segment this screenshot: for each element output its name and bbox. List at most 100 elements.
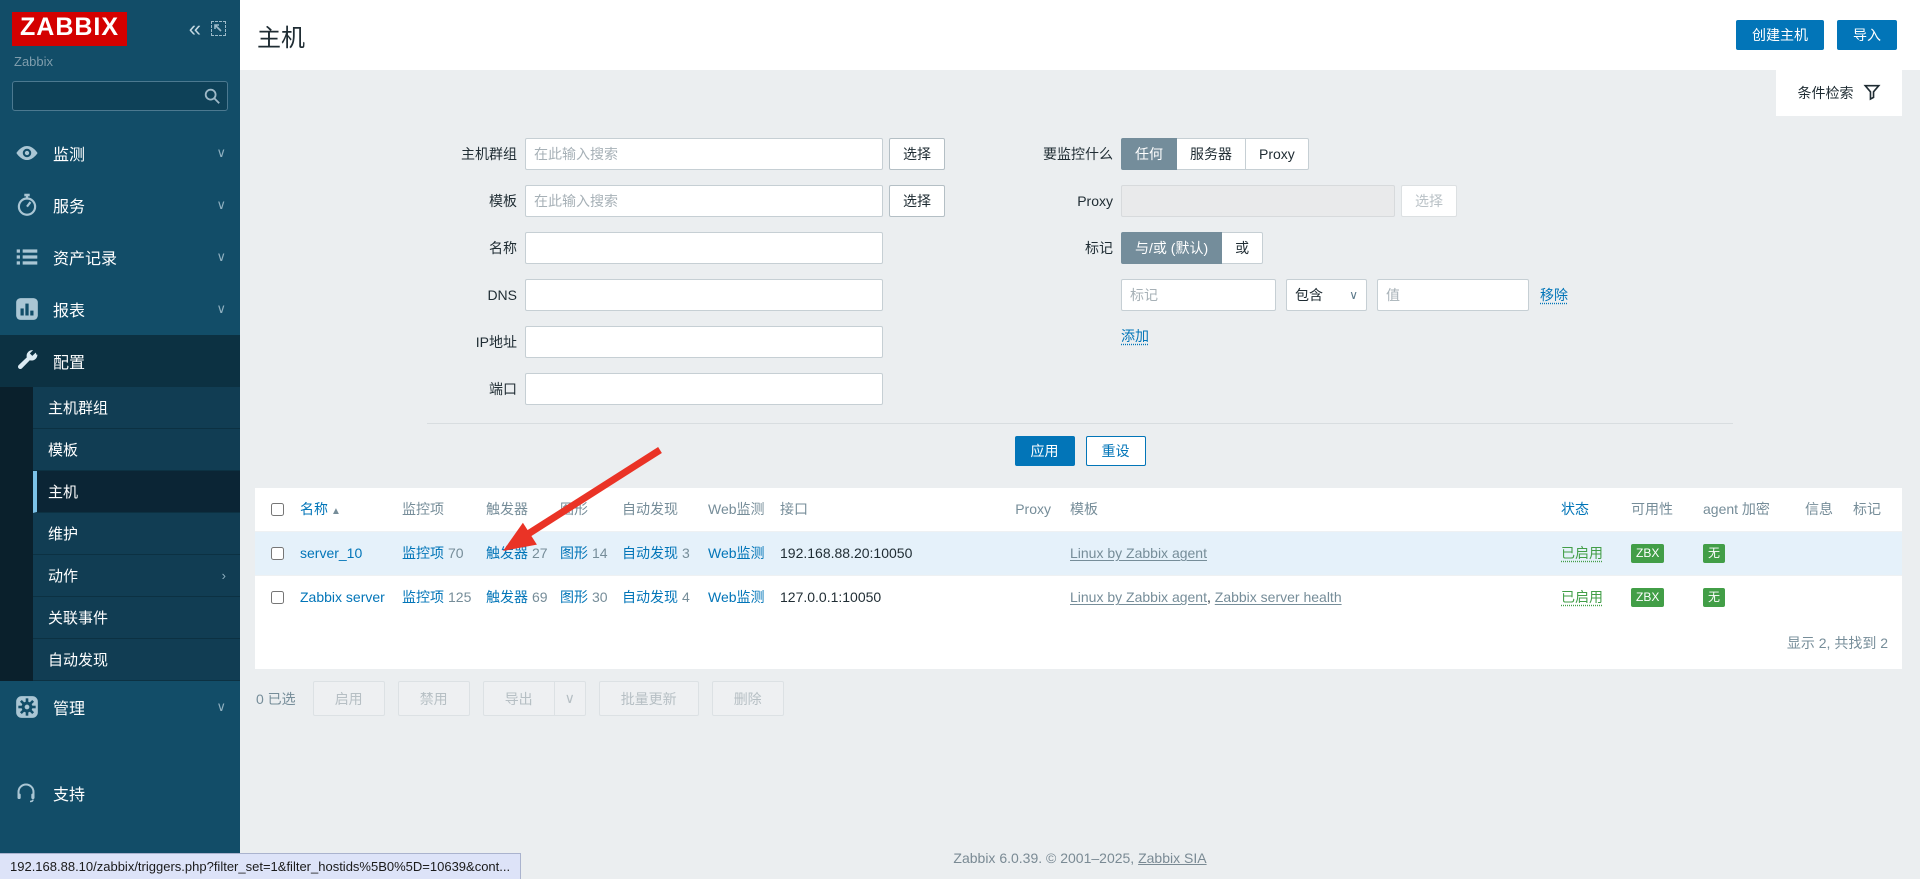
tags-mode-or[interactable]: 或 xyxy=(1222,232,1263,264)
template-link[interactable]: Linux by Zabbix agent xyxy=(1070,545,1207,561)
hide-sidebar-icon[interactable] xyxy=(211,21,226,36)
enable-button[interactable]: 启用 xyxy=(313,681,385,716)
templates-input[interactable] xyxy=(525,185,883,217)
port-input[interactable] xyxy=(525,373,883,405)
hosts-table: 名称▲ 监控项 触发器 图形 自动发现 Web监测 接口 Proxy 模板 状态… xyxy=(255,488,1902,619)
sidebar-item-host-groups[interactable]: 主机群组 xyxy=(33,387,240,429)
main-navigation: 监测 ∨ 服务 ∨ 资产记录 ∨ 报表 ∨ xyxy=(0,127,240,815)
search-icon[interactable] xyxy=(203,87,221,108)
col-proxy: Proxy xyxy=(947,488,1065,531)
sidebar-item-hosts[interactable]: 主机 xyxy=(33,471,240,513)
row-checkbox[interactable] xyxy=(271,547,284,560)
export-options-button[interactable]: ∨ xyxy=(555,681,586,716)
sidebar-item-maintenance[interactable]: 维护 xyxy=(33,513,240,555)
sidebar-item-services[interactable]: 服务 ∨ xyxy=(0,179,240,231)
select-all-checkbox[interactable] xyxy=(271,503,284,516)
status-toggle[interactable]: 已启用 xyxy=(1561,545,1603,561)
host-groups-label: 主机群组 xyxy=(437,144,517,164)
ip-input[interactable] xyxy=(525,326,883,358)
list-icon xyxy=(14,244,40,270)
triggers-link[interactable]: 触发器 xyxy=(486,545,528,561)
availability-badge: ZBX xyxy=(1631,544,1664,563)
export-button[interactable]: 导出 xyxy=(483,681,555,716)
web-link[interactable]: Web监测 xyxy=(708,545,765,561)
status-toggle[interactable]: 已启用 xyxy=(1561,589,1603,605)
name-input[interactable] xyxy=(525,232,883,264)
interface-cell: 192.168.88.20:10050 xyxy=(775,531,947,575)
sidebar-item-inventory[interactable]: 资产记录 ∨ xyxy=(0,231,240,283)
monitored-by-proxy[interactable]: Proxy xyxy=(1246,138,1309,170)
gear-icon xyxy=(14,694,40,720)
sidebar-item-event-correlation[interactable]: 关联事件 xyxy=(33,597,240,639)
tag-operator-select[interactable]: 包含 ∨ xyxy=(1286,279,1367,311)
items-count: 125 xyxy=(448,589,471,605)
graphs-link[interactable]: 图形 xyxy=(560,545,588,561)
discovery-link[interactable]: 自动发现 xyxy=(622,545,678,561)
graphs-link[interactable]: 图形 xyxy=(560,589,588,605)
table-summary: 显示 2, 共找到 2 xyxy=(255,619,1902,669)
collapse-sidebar-icon[interactable]: « xyxy=(189,22,201,36)
sidebar-item-monitoring[interactable]: 监测 ∨ xyxy=(0,127,240,179)
sidebar-search-input[interactable] xyxy=(12,81,228,111)
apply-button[interactable]: 应用 xyxy=(1015,436,1075,466)
disable-button[interactable]: 禁用 xyxy=(398,681,470,716)
sidebar-item-discovery[interactable]: 自动发现 xyxy=(33,639,240,681)
import-button[interactable]: 导入 xyxy=(1837,20,1897,50)
monitored-by-any[interactable]: 任何 xyxy=(1121,138,1177,170)
zabbix-sia-link[interactable]: Zabbix SIA xyxy=(1138,850,1206,866)
items-link[interactable]: 监控项 xyxy=(402,589,444,605)
chevron-down-icon: ∨ xyxy=(216,301,226,317)
funnel-icon xyxy=(1863,83,1881,104)
dns-input[interactable] xyxy=(525,279,883,311)
sidebar-item-configuration[interactable]: 配置 xyxy=(0,335,240,387)
templates-select-button[interactable]: 选择 xyxy=(889,185,945,217)
host-name-link[interactable]: Zabbix server xyxy=(300,589,385,605)
tag-name-input[interactable] xyxy=(1121,279,1276,311)
sidebar-item-templates[interactable]: 模板 xyxy=(33,429,240,471)
host-name-link[interactable]: server_10 xyxy=(300,545,362,561)
tag-value-input[interactable] xyxy=(1377,279,1529,311)
create-host-button[interactable]: 创建主机 xyxy=(1736,20,1824,50)
monitored-by-segmented: 任何 服务器 Proxy xyxy=(1121,138,1309,170)
version-text: Zabbix 6.0.39. © 2001–2025, xyxy=(953,850,1138,866)
host-groups-input[interactable] xyxy=(525,138,883,170)
filter-tab[interactable]: 条件检索 xyxy=(1776,70,1902,116)
sidebar-item-administration[interactable]: 管理 ∨ xyxy=(0,681,240,733)
mass-update-button[interactable]: 批量更新 xyxy=(599,681,699,716)
name-label: 名称 xyxy=(437,238,517,258)
sidebar-item-actions[interactable]: 动作 › xyxy=(33,555,240,597)
filter-panel: 条件检索 主机群组 选择 模板 选择 名称 xyxy=(240,70,1920,480)
col-discovery: 自动发现 xyxy=(617,488,703,531)
tag-add-link[interactable]: 添加 xyxy=(1121,326,1149,346)
row-checkbox[interactable] xyxy=(271,591,284,604)
discovery-count: 3 xyxy=(682,545,690,561)
chevron-down-icon: ∨ xyxy=(216,699,226,715)
template-link[interactable]: Zabbix server health xyxy=(1215,589,1342,605)
col-interface: 接口 xyxy=(775,488,947,531)
sidebar-item-support[interactable]: 支持 xyxy=(0,771,240,815)
headphones-icon xyxy=(14,780,40,806)
web-link[interactable]: Web监测 xyxy=(708,589,765,605)
reset-button[interactable]: 重设 xyxy=(1086,436,1146,466)
col-tags: 标记 xyxy=(1848,488,1902,531)
discovery-link[interactable]: 自动发现 xyxy=(622,589,678,605)
wrench-icon xyxy=(14,348,40,374)
sidebar-item-reports[interactable]: 报表 ∨ xyxy=(0,283,240,335)
tags-mode-andor[interactable]: 与/或 (默认) xyxy=(1121,232,1222,264)
tag-remove-link[interactable]: 移除 xyxy=(1540,285,1568,305)
triggers-link[interactable]: 触发器 xyxy=(486,589,528,605)
proxy-label: Proxy xyxy=(1029,193,1113,209)
hosts-table-card: 名称▲ 监控项 触发器 图形 自动发现 Web监测 接口 Proxy 模板 状态… xyxy=(255,488,1902,669)
sort-by-name[interactable]: 名称 xyxy=(300,501,328,517)
chevron-right-icon: › xyxy=(222,568,226,583)
items-link[interactable]: 监控项 xyxy=(402,545,444,561)
monitored-by-server[interactable]: 服务器 xyxy=(1177,138,1246,170)
template-link[interactable]: Linux by Zabbix agent xyxy=(1070,589,1207,605)
delete-button[interactable]: 删除 xyxy=(712,681,784,716)
page-title: 主机 xyxy=(257,18,1736,53)
host-groups-select-button[interactable]: 选择 xyxy=(889,138,945,170)
selected-count: 0 已选 xyxy=(256,689,296,709)
zabbix-logo[interactable]: ZABBIX xyxy=(12,12,127,46)
sort-by-status[interactable]: 状态 xyxy=(1561,501,1589,517)
sort-asc-icon: ▲ xyxy=(331,506,341,517)
